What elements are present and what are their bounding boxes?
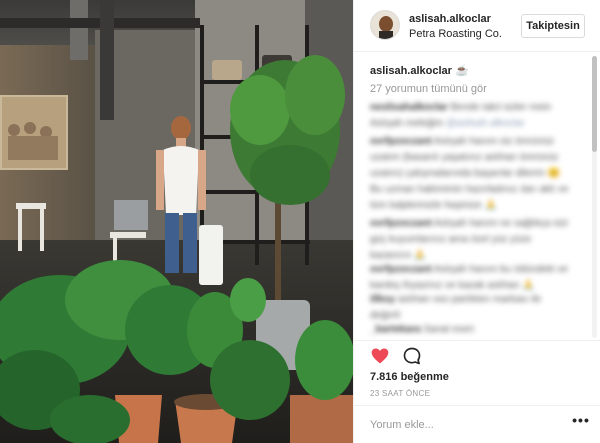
post-photo[interactable] xyxy=(0,0,353,443)
header-username[interactable]: aslisah.alkoclar xyxy=(409,13,491,25)
comment-username[interactable]: ovrfpzoczant xyxy=(370,218,432,229)
comments-scrollbar-thumb[interactable] xyxy=(592,56,597,152)
heart-filled-icon[interactable] xyxy=(370,346,390,366)
comment-bubble-icon[interactable] xyxy=(402,346,422,366)
photo-illustration xyxy=(0,0,353,443)
comment-mention[interactable]: @aslisah.alkoclar xyxy=(446,118,525,129)
caption: aslisah.alkoclar ☕️ xyxy=(370,64,469,77)
header-location[interactable]: Petra Roasting Co. xyxy=(409,28,502,40)
comment-username[interactable]: illksy xyxy=(370,294,395,305)
comment-text: Sanat eseri xyxy=(423,324,474,335)
comments-section: aslisah.alkoclar ☕️ 27 yorumun tümünü gö… xyxy=(354,52,600,340)
post-timestamp[interactable]: 23 SAAT ÖNCE xyxy=(370,389,430,398)
comment-username[interactable]: neslisahalkoclar xyxy=(370,102,448,113)
view-all-comments-link[interactable]: 27 yorumun tümünü gör xyxy=(370,83,487,95)
likes-count[interactable]: 7.816 beğenme xyxy=(370,371,449,383)
comment-username[interactable]: _bartekara xyxy=(370,324,421,335)
post-sidebar: aslisah.alkoclar Petra Roasting Co. Taki… xyxy=(353,0,600,443)
post-header: aslisah.alkoclar Petra Roasting Co. Taki… xyxy=(354,0,600,52)
caption-username[interactable]: aslisah.alkoclar xyxy=(370,65,452,77)
avatar[interactable] xyxy=(370,10,400,40)
comment-item: ovrfpzoczant Aslışah hanım bu ödündeki v… xyxy=(370,262,570,294)
comment-text: aslıhan oso parlıkten markası ile değerl… xyxy=(370,294,542,321)
add-comment-input[interactable] xyxy=(370,416,560,434)
comment-text: Aslışah hanım siz ömrünüz uzatım (basarı… xyxy=(370,136,569,211)
post-modal: aslisah.alkoclar Petra Roasting Co. Taki… xyxy=(0,0,600,443)
comment-item: ovrfpzoczant Aslışah hanım ne sağlıkça s… xyxy=(370,216,570,264)
comment-item: neslisahalkoclar Bende takıl sizler mein… xyxy=(370,100,570,132)
following-button[interactable]: Takiptesin xyxy=(521,14,585,38)
comment-username[interactable]: ovrfpzoczant xyxy=(370,136,432,147)
comment-username[interactable]: ovrfpzoczant xyxy=(370,264,432,275)
more-options-icon[interactable]: ••• xyxy=(571,413,591,433)
caption-text: ☕️ xyxy=(455,65,469,77)
avatar-photo xyxy=(371,11,399,39)
comment-item: _bartekara Sanat eseri xyxy=(370,322,570,338)
comment-item: ovrfpzoczant Aslışah hanım siz ömrünüz u… xyxy=(370,134,570,214)
add-comment-bar: ••• xyxy=(354,405,600,443)
comment-item: illksy aslıhan oso parlıkten markası ile… xyxy=(370,292,570,324)
post-actions: 7.816 beğenme 23 SAAT ÖNCE xyxy=(354,340,600,398)
